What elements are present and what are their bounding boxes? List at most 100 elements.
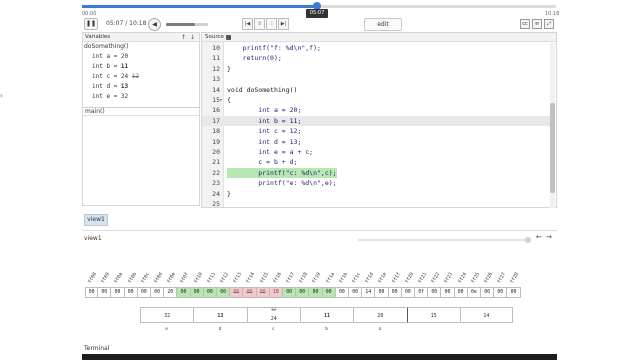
memory-byte-cell[interactable]: 00 <box>190 287 204 298</box>
arrow-down-icon[interactable]: ↓ <box>190 33 195 42</box>
pause-button[interactable]: ❚❚ <box>84 18 98 30</box>
step-back-button[interactable]: |◀ <box>242 18 253 30</box>
memory-address-label: ff08 <box>88 271 99 285</box>
memory-byte-cell[interactable]: 00 <box>322 287 336 298</box>
step-over-button[interactable]: ⇧ <box>254 18 265 30</box>
code-line[interactable]: 20 int e = a + c; <box>202 147 550 157</box>
code-line[interactable]: 22 printf("c: %d\n",c); <box>202 167 550 179</box>
list-icon[interactable]: ≡ <box>532 19 542 29</box>
memory-byte-cell[interactable]: 00 <box>177 287 191 298</box>
memory-byte-cell[interactable]: 00 <box>217 287 231 298</box>
code-line[interactable]: 21 c = b + d; <box>202 157 550 167</box>
int-old-value: 12 <box>271 307 277 312</box>
int-value-box[interactable]: 15 <box>406 307 460 323</box>
memory-byte-cell[interactable]: 0f <box>415 287 429 298</box>
code-text: { <box>227 96 231 104</box>
memory-byte-cell[interactable]: 00 <box>111 287 125 298</box>
code-text: } <box>227 64 231 73</box>
code-line[interactable]: 18 int c = 12; <box>202 126 550 136</box>
memory-byte-cell[interactable]: 00 <box>507 287 521 298</box>
code-line[interactable]: 17 int b = 11; <box>202 115 550 127</box>
memory-byte-cell[interactable]: 00 <box>375 287 389 298</box>
arrow-right-icon[interactable]: → <box>546 233 552 241</box>
volume-icon[interactable]: ◀ <box>148 18 161 31</box>
memory-byte-cell[interactable]: 00 <box>137 287 151 298</box>
int-value-box[interactable]: 20 <box>353 307 407 323</box>
memory-byte-cell[interactable]: 0e <box>467 287 481 298</box>
memory-byte-cell[interactable]: 00 <box>296 287 310 298</box>
code-line[interactable]: 16 int a = 20; <box>202 105 550 115</box>
memory-address-label: ff1d <box>365 271 376 285</box>
memory-byte-cell[interactable]: 00 <box>243 287 257 298</box>
code-text: int c = 12; <box>227 127 302 136</box>
code-line[interactable]: 10 printf("f: %d\n",f); <box>202 43 550 53</box>
memory-address-label: ff19 <box>312 271 323 285</box>
memory-address-label: ff13 <box>233 271 244 285</box>
step-forward-button[interactable]: ▶| <box>278 18 289 30</box>
captions-icon[interactable]: cc <box>520 19 530 29</box>
memory-address-label: ff1e <box>378 271 389 285</box>
code-line[interactable]: 25 <box>202 199 550 209</box>
variable-d: int d = 13 <box>92 83 129 90</box>
memory-view-scroll-handle[interactable] <box>525 237 531 243</box>
fold-icon[interactable]: ▾ <box>220 95 222 105</box>
tab-view1[interactable]: view1 <box>84 214 108 226</box>
memory-byte-cell[interactable]: 00 <box>401 287 415 298</box>
memory-byte-cell[interactable]: 00 <box>124 287 138 298</box>
memory-byte-cell[interactable]: 00 <box>203 287 217 298</box>
memory-byte-cell[interactable]: 00 <box>151 287 165 298</box>
memory-byte-cell[interactable]: 00 <box>85 287 99 298</box>
int-value-box[interactable]: 14 <box>459 307 514 323</box>
memory-byte-cell[interactable]: 00 <box>283 287 297 298</box>
app-window: 05:07 00:00 10:18 ❚❚ 05:07 / 10:18 ◀ |◀ … <box>0 0 640 360</box>
memory-byte-cell[interactable]: 00 <box>98 287 112 298</box>
source-scrollbar-thumb[interactable] <box>550 103 555 193</box>
memory-byte-cell[interactable]: 00 <box>256 287 270 298</box>
line-number: 23 <box>212 179 220 188</box>
memory-byte-cell[interactable]: 00 <box>481 287 495 298</box>
code-text: printf("c: %d\n",c); <box>227 167 337 179</box>
stack-frame-current[interactable]: doSomething() <box>84 43 129 50</box>
code-text: void doSomething() <box>227 85 298 94</box>
int-value-box[interactable]: 13 <box>193 307 247 323</box>
memory-byte-cell[interactable]: 00 <box>454 287 468 298</box>
terminal-output[interactable] <box>82 354 557 360</box>
code-line[interactable]: 23 printf("e: %d\n",e); <box>202 178 550 188</box>
memory-byte-cell[interactable]: 00 <box>388 287 402 298</box>
code-line[interactable]: 13 <box>202 74 550 84</box>
memory-view-label: view1 <box>84 235 102 242</box>
memory-byte-cell[interactable]: 18 <box>269 287 283 298</box>
arrow-left-icon[interactable]: ← <box>536 233 542 241</box>
int-value-box[interactable]: 11 <box>299 307 354 323</box>
code-line[interactable]: 12} <box>202 64 550 74</box>
memory-byte-cell[interactable]: 20 <box>164 287 178 298</box>
code-line[interactable]: 11 return(0); <box>202 53 550 63</box>
memory-view-scrollbar[interactable] <box>358 239 528 241</box>
memory-byte-cell[interactable]: 00 <box>335 287 349 298</box>
fullscreen-icon[interactable]: ⤢ <box>544 19 554 29</box>
line-number: 22 <box>212 168 220 177</box>
code-line[interactable]: 24} <box>202 189 550 199</box>
timeline-progress <box>82 5 318 8</box>
edit-button[interactable]: edit <box>364 18 402 31</box>
memory-byte-cell[interactable]: 00 <box>309 287 323 298</box>
code-line[interactable]: 19 int d = 13; <box>202 137 550 147</box>
memory-byte-cell[interactable]: 00 <box>441 287 455 298</box>
memory-address-label: ff0d <box>154 271 165 285</box>
memory-byte-cell[interactable]: 00 <box>230 287 244 298</box>
memory-byte-cell[interactable]: 00 <box>494 287 508 298</box>
stack-frame-main[interactable]: main() <box>83 107 199 116</box>
code-line[interactable]: 14 void doSomething() <box>202 85 550 95</box>
memory-address-label: ff24 <box>457 271 468 285</box>
memory-byte-cell[interactable]: 14 <box>362 287 376 298</box>
memory-byte-cell[interactable]: 00 <box>428 287 442 298</box>
step-into-button[interactable]: ⇩ <box>266 18 277 30</box>
int-variable-name: b <box>325 327 328 332</box>
line-number: 12 <box>212 64 220 73</box>
memory-address-label: ff0f <box>180 271 191 285</box>
memory-byte-cell[interactable]: 00 <box>349 287 363 298</box>
int-value-box[interactable]: 32 <box>140 307 194 323</box>
code-line[interactable]: 15 ▾ { <box>202 95 550 105</box>
int-value-box[interactable]: 12 24 <box>246 307 300 323</box>
arrow-up-icon[interactable]: ↑ <box>181 33 186 42</box>
